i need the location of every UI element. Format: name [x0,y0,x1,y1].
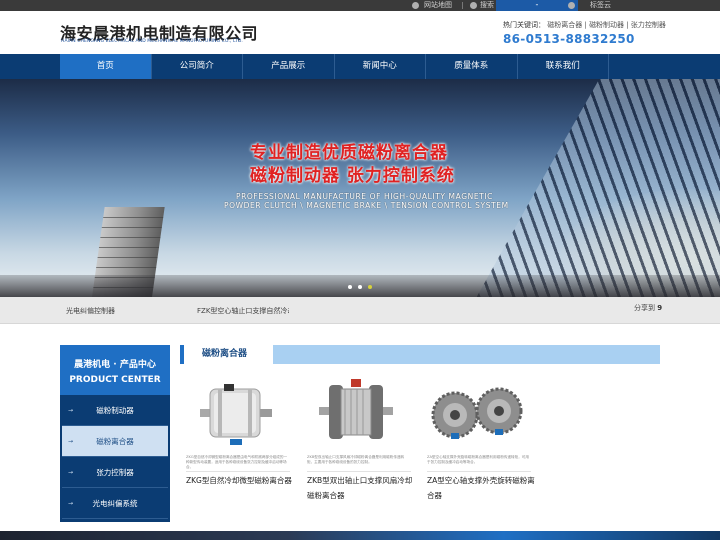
hero-banner: 专业制造优质磁粉离合器 磁粉制动器 张力控制系统 PROFESSIONAL MA… [0,79,720,297]
slide-dot[interactable] [348,285,352,289]
banner-slogan-english-line1: PROFESSIONAL MANUFACTURE OF HIGH-QUALITY… [236,192,494,201]
nav-item-about[interactable]: 公司简介 [152,54,243,79]
divider [462,2,463,9]
home-icon [412,2,419,9]
hot-keyword-link[interactable]: 磁粉离合器 [547,21,582,29]
product-image[interactable] [180,375,290,450]
sidebar-title-en: PRODUCT CENTER [69,375,161,385]
nav-item-quality[interactable]: 质量体系 [426,54,518,79]
product-description: ZA型空心轴支撑外壳旋转磁粉离合器是利用磁粉传递转矩，可用于张力控制及缓冲启动等… [427,455,529,464]
ticker-link[interactable]: FZK型空心轴止口支撑自然冷却 [197,306,289,316]
share-count: 9 [657,304,663,312]
banner-slogan-english-line2: POWDER CLUTCH \ MAGNETIC BRAKE \ TENSION… [224,201,509,210]
banner-glass-building [470,79,720,297]
hot-keyword-link[interactable]: 张力控制器 [631,21,666,29]
arrow-right-icon: → [68,438,74,445]
top-utility-bar: 网站地图 搜索 - 标签云 [0,0,720,11]
hot-keywords: 热门关键词： 磁粉离合器 | 磁粉制动器 | 张力控制器 [503,21,666,29]
sidebar-item-label: 光电纠偏系统 [92,499,138,508]
share-label: 分享到 [634,304,655,312]
footer-banner-strip [0,531,720,540]
nav-item-home[interactable]: 首页 [60,54,152,79]
company-english-name: HAIAN CHENGANG ELECTRICAL AND MECHANICAL… [61,39,243,44]
main-nav: 首页 公司简介 产品展示 新闻中心 质量体系 联系我们 [0,54,720,79]
product-card[interactable]: ZKB型双出轴止口支撑风扇冷却磁粉离合器是利用磁粉传递转矩，主要用于各种卷绕设备… [301,375,412,503]
tag-cloud-link[interactable]: 标签云 [590,1,611,10]
sidebar-title-cn: 晨港机电 · 产品中心 [74,360,156,370]
tag-icon [568,2,575,9]
slide-dot[interactable] [358,285,362,289]
banner-slogan-line1: 专业制造优质磁粉离合器 [250,143,448,163]
divider [186,471,290,472]
site-header: 海安晨港机电制造有限公司 HAIAN CHENGANG ELECTRICAL A… [0,11,720,54]
nav-item-news[interactable]: 新闻中心 [335,54,426,79]
product-name[interactable]: ZKB型双出轴止口支撑风扇冷却磁粉离合器 [307,473,415,503]
category-title: 磁粉离合器 [180,345,273,364]
scrolling-ticker: 光电纠偏控制器 FZK型空心轴止口支撑自然冷却 分享到 9 [0,297,720,324]
language-switch-button[interactable]: - [496,0,578,11]
product-sidebar: 晨港机电 · 产品中心 PRODUCT CENTER → 磁粉制动器 → 磁粉离… [60,345,170,522]
search-link[interactable]: 搜索 [480,1,494,10]
product-card[interactable]: ZKG型自然冷却微型磁粉离合器是由电气和机械两部分组成的一种新型传动装置，适用于… [180,375,292,503]
product-image[interactable] [301,375,411,450]
divider [427,471,531,472]
arrow-right-icon: → [68,500,74,507]
slide-dot-active[interactable] [368,285,372,289]
product-description: ZKB型双出轴止口支撑风扇冷却磁粉离合器是利用磁粉传递转矩，主要用于各种卷绕设备… [307,455,405,464]
hot-keyword-link[interactable]: 磁粉制动器 [589,21,624,29]
sidebar-item-clutch[interactable]: → 磁粉离合器 [62,426,168,457]
product-image[interactable] [421,375,531,450]
sidebar-item-web-guide[interactable]: → 光电纠偏系统 [62,488,168,519]
slide-indicators [348,285,372,289]
search-icon[interactable] [470,2,477,9]
product-name[interactable]: ZA型空心轴支撑外壳旋转磁粉离合器 [427,473,535,503]
product-description: ZKG型自然冷却微型磁粉离合器是由电气和机械两部分组成的一种新型传动装置，适用于… [186,455,288,469]
sitemap-link[interactable]: 网站地图 [424,1,452,10]
sidebar-item-label: 磁粉离合器 [96,437,134,446]
ticker-link[interactable]: 光电纠偏控制器 [66,306,115,316]
hot-keywords-label: 热门关键词： [503,21,545,29]
banner-slogan-line2: 磁粉制动器 张力控制系统 [250,166,455,186]
sidebar-item-label: 磁粉制动器 [96,406,134,415]
nav-item-products[interactable]: 产品展示 [243,54,335,79]
sidebar-header: 晨港机电 · 产品中心 PRODUCT CENTER [60,345,170,395]
nav-item-contact[interactable]: 联系我们 [518,54,609,79]
sidebar-item-label: 张力控制器 [96,468,134,477]
product-name[interactable]: ZKG型自然冷却微型磁粉离合器 [186,473,294,488]
product-card[interactable]: ZA型空心轴支撑外壳旋转磁粉离合器是利用磁粉传递转矩，可用于张力控制及缓冲启动等… [421,375,535,503]
sidebar-item-tension-controller[interactable]: → 张力控制器 [62,457,168,488]
hotline-phone: 86-0513-88832250 [503,32,635,46]
divider [307,471,411,472]
sidebar-item-brake[interactable]: → 磁粉制动器 [62,395,168,426]
share-counter[interactable]: 分享到 9 [634,303,662,313]
arrow-right-icon: → [68,469,74,476]
arrow-right-icon: → [68,407,74,414]
category-title-bar: 磁粉离合器 [180,345,660,364]
